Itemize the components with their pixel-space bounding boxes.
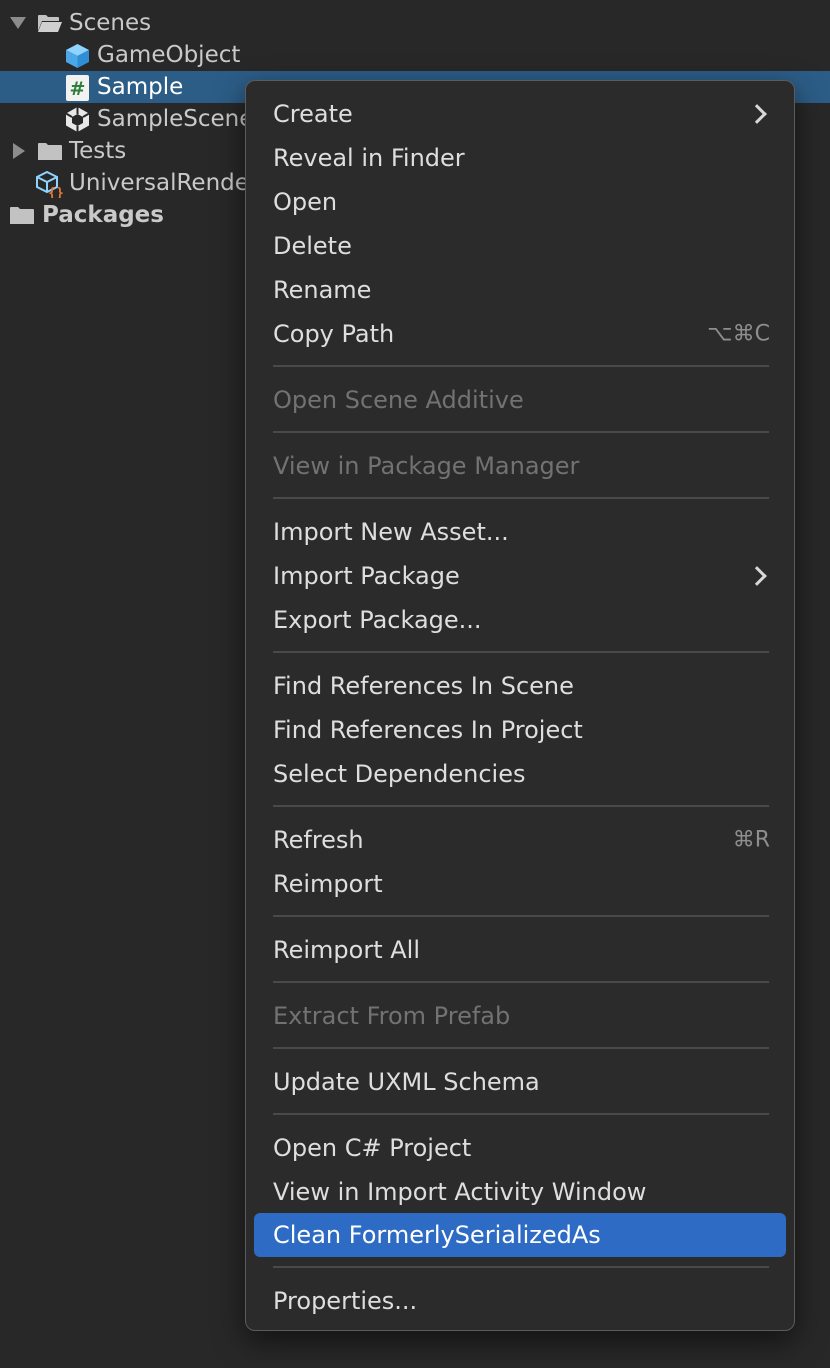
prefab-cube-icon: [64, 42, 91, 69]
tree-label: SampleScene: [97, 106, 254, 132]
menu-item-label: Reimport All: [273, 936, 420, 964]
menu-item-export-package[interactable]: Export Package...: [254, 598, 786, 642]
menu-item-label: Clean FormerlySerializedAs: [273, 1221, 601, 1249]
menu-item-label: Delete: [273, 232, 352, 260]
chevron-right-icon: [747, 104, 767, 124]
menu-item-label: Import New Asset...: [273, 518, 509, 546]
menu-item-reimport[interactable]: Reimport: [254, 862, 786, 906]
menu-separator: [273, 651, 769, 653]
context-menu: Create Reveal in Finder Open Delete Rena…: [245, 80, 795, 1331]
menu-item-label: Export Package...: [273, 606, 482, 634]
menu-separator: [273, 365, 769, 367]
menu-separator: [273, 431, 769, 433]
tree-row-gameobject[interactable]: GameObject: [0, 39, 830, 71]
tree-row-scenes-folder[interactable]: Scenes: [0, 7, 830, 39]
menu-item-select-dependencies[interactable]: Select Dependencies: [254, 752, 786, 796]
chevron-right-icon: [747, 566, 767, 586]
folder-icon: [9, 205, 35, 224]
menu-item-label: Find References In Scene: [273, 672, 574, 700]
menu-item-label: View in Package Manager: [273, 452, 580, 480]
menu-item-find-references-in-project[interactable]: Find References In Project: [254, 708, 786, 752]
menu-separator: [273, 1113, 769, 1115]
menu-item-label: Open Scene Additive: [273, 386, 524, 414]
csharp-script-icon: #: [66, 75, 89, 101]
menu-separator: [273, 1266, 769, 1268]
keyboard-shortcut: ⌘R: [732, 827, 770, 853]
menu-item-label: Update UXML Schema: [273, 1068, 540, 1096]
tree-label: Packages: [42, 202, 164, 228]
menu-item-clean-formerly-serialized-as[interactable]: Clean FormerlySerializedAs: [254, 1213, 786, 1257]
menu-item-find-references-in-scene[interactable]: Find References In Scene: [254, 664, 786, 708]
menu-item-label: Open: [273, 188, 338, 216]
collapsed-arrow-icon[interactable]: [13, 143, 25, 159]
tree-label: GameObject: [97, 42, 241, 68]
open-folder-icon: [37, 13, 63, 32]
svg-text:{}: {}: [48, 186, 64, 198]
menu-item-open-scene-additive: Open Scene Additive: [254, 378, 786, 422]
menu-item-label: View in Import Activity Window: [273, 1178, 647, 1206]
menu-item-create[interactable]: Create: [254, 92, 786, 136]
unity-scene-icon: [64, 106, 91, 133]
menu-item-label: Copy Path: [273, 320, 395, 348]
expand-arrow-icon[interactable]: [10, 17, 26, 29]
menu-item-label: Rename: [273, 276, 372, 304]
menu-separator: [273, 805, 769, 807]
tree-label: Tests: [69, 138, 127, 164]
menu-separator: [273, 981, 769, 983]
menu-separator: [273, 915, 769, 917]
menu-item-label: Reimport: [273, 870, 383, 898]
menu-item-label: Create: [273, 100, 353, 128]
menu-item-delete[interactable]: Delete: [254, 224, 786, 268]
menu-separator: [273, 1047, 769, 1049]
menu-item-view-in-package-manager: View in Package Manager: [254, 444, 786, 488]
folder-icon: [38, 0, 64, 4]
menu-item-label: Extract From Prefab: [273, 1002, 511, 1030]
menu-item-copy-path[interactable]: Copy Path ⌥⌘C: [254, 312, 786, 356]
folder-icon: [37, 141, 63, 160]
menu-item-open[interactable]: Open: [254, 180, 786, 224]
menu-item-view-in-import-activity-window[interactable]: View in Import Activity Window: [254, 1170, 786, 1214]
menu-item-rename[interactable]: Rename: [254, 268, 786, 312]
tree-label: Sample: [97, 74, 184, 100]
menu-item-label: Import Package: [273, 562, 460, 590]
menu-item-import-package[interactable]: Import Package: [254, 554, 786, 598]
menu-item-label: Find References In Project: [273, 716, 583, 744]
menu-item-label: Properties...: [273, 1287, 418, 1315]
menu-item-open-csharp-project[interactable]: Open C# Project: [254, 1126, 786, 1170]
tree-label: UniversalRende: [69, 170, 249, 196]
unity-editor-project-panel: Scenes GameObject # Sample SampleScene T…: [0, 0, 830, 1368]
render-pipeline-asset-icon: {}: [36, 170, 64, 201]
svg-text:#: #: [70, 78, 86, 100]
menu-item-label: Reveal in Finder: [273, 144, 465, 172]
menu-item-refresh[interactable]: Refresh ⌘R: [254, 818, 786, 862]
menu-item-reimport-all[interactable]: Reimport All: [254, 928, 786, 972]
menu-item-label: Select Dependencies: [273, 760, 526, 788]
menu-item-properties[interactable]: Properties...: [254, 1279, 786, 1323]
menu-item-label: Open C# Project: [273, 1134, 472, 1162]
menu-item-extract-from-prefab: Extract From Prefab: [254, 994, 786, 1038]
menu-item-label: Refresh: [273, 826, 364, 854]
keyboard-shortcut: ⌥⌘C: [707, 321, 770, 347]
tree-label: Scenes: [69, 10, 152, 36]
menu-item-update-uxml-schema[interactable]: Update UXML Schema: [254, 1060, 786, 1104]
menu-item-import-new-asset[interactable]: Import New Asset...: [254, 510, 786, 554]
menu-item-reveal-in-finder[interactable]: Reveal in Finder: [254, 136, 786, 180]
menu-separator: [273, 497, 769, 499]
